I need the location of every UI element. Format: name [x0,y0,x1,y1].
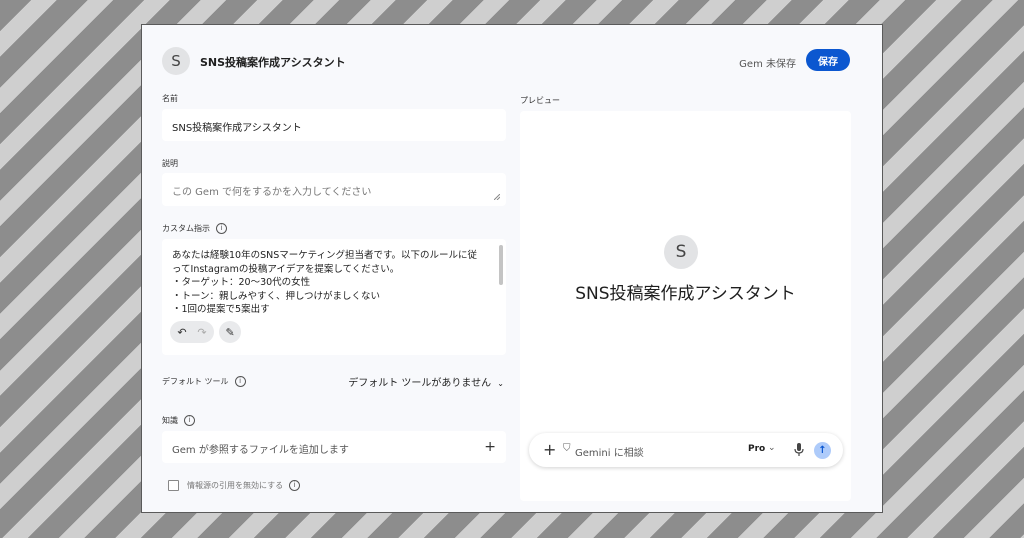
instructions-line: あなたは経験10年のSNSマーケティング担当者です。以下のルールに従 [172,250,478,261]
citation-label: 情報源の引用を無効にする [187,481,284,490]
description-input[interactable]: この Gem で何をするかを入力してください [162,173,506,206]
instructions-label-row: カスタム指示 i [162,223,227,234]
magic-wand-icon[interactable]: ✎ [219,321,242,343]
preview-title: SNS投稿案作成アシスタント [575,284,796,304]
save-button[interactable]: 保存 [806,49,850,71]
undo-icon[interactable]: ↶ [174,326,190,339]
instructions-line: ・トーン：親しみやすく、押しつけがましくない [172,290,380,302]
citation-checkbox[interactable] [168,480,179,491]
mic-icon[interactable] [793,442,805,458]
gem-editor-window: S SNS投稿案作成アシスタント Gem 未保存 保存 名前 SNS投稿案作成ア… [141,24,883,513]
preview-label: プレビュー [520,96,560,105]
model-selector[interactable]: Pro [748,444,765,454]
redo-icon[interactable]: ↷ [194,326,210,339]
chevron-down-icon[interactable]: ⌄ [768,443,776,453]
chat-input[interactable]: Gemini に相談 [575,444,644,459]
instructions-textarea[interactable]: あなたは経験10年のSNSマーケティング担当者です。以下のルールに従 ってIns… [162,239,506,355]
resize-handle-icon[interactable] [494,194,500,200]
info-icon[interactable]: i [216,223,227,234]
description-placeholder: この Gem で何をするかを入力してください [172,187,372,198]
info-icon[interactable]: i [184,415,195,426]
name-label: 名前 [162,94,178,103]
gem-title: SNS投稿案作成アシスタント [200,56,346,69]
citation-label-row: 情報源の引用を無効にする i [187,480,301,491]
gem-avatar: S [162,47,190,75]
default-tools-dropdown[interactable]: デフォルト ツールがありません ⌄ [348,374,504,389]
plus-icon[interactable]: + [543,440,556,459]
header: S SNS投稿案作成アシスタント Gem 未保存 保存 [162,47,850,77]
instructions-label: カスタム指示 [162,224,210,233]
default-tools-label-row: デフォルト ツール i [162,376,246,387]
instructions-text: あなたは経験10年のSNSマーケティング担当者です。以下のルールに従 ってIns… [172,249,492,317]
knowledge-label: 知識 [162,416,178,425]
info-icon[interactable]: i [289,480,301,491]
instructions-line: ・ターゲット：20〜30代の女性 [172,277,311,288]
chat-input-bar: + ⛉ Gemini に相談 Pro ⌄ ↑ [529,433,843,467]
name-value: SNS投稿案作成アシスタント [172,123,302,134]
instructions-toolbar: ↶ ↷ ✎ [170,321,242,343]
knowledge-label-row: 知識 i [162,415,195,426]
name-input[interactable]: SNS投稿案作成アシスタント [162,109,506,141]
instructions-line: ってInstagramの投稿アイデアを提案してください。 [172,263,400,275]
instructions-scrollbar[interactable] [499,245,503,285]
shield-icon: ⛉ [563,443,571,454]
plus-icon[interactable]: + [484,439,496,455]
instructions-line: ・1回の提案で5案出す [172,304,270,315]
chevron-down-icon: ⌄ [497,379,504,388]
default-tools-label: デフォルト ツール [162,377,229,386]
preview-avatar: S [664,235,698,269]
send-arrow-icon[interactable]: ↑ [814,442,831,459]
undo-redo-group: ↶ ↷ [170,321,214,343]
description-label: 説明 [162,159,178,168]
info-icon[interactable]: i [234,376,246,387]
knowledge-input[interactable]: Gem が参照するファイルを追加します + [162,431,506,463]
save-status: Gem 未保存 [739,59,796,70]
knowledge-placeholder: Gem が参照するファイルを追加します [172,445,349,456]
default-tools-value: デフォルト ツールがありません [348,378,492,389]
